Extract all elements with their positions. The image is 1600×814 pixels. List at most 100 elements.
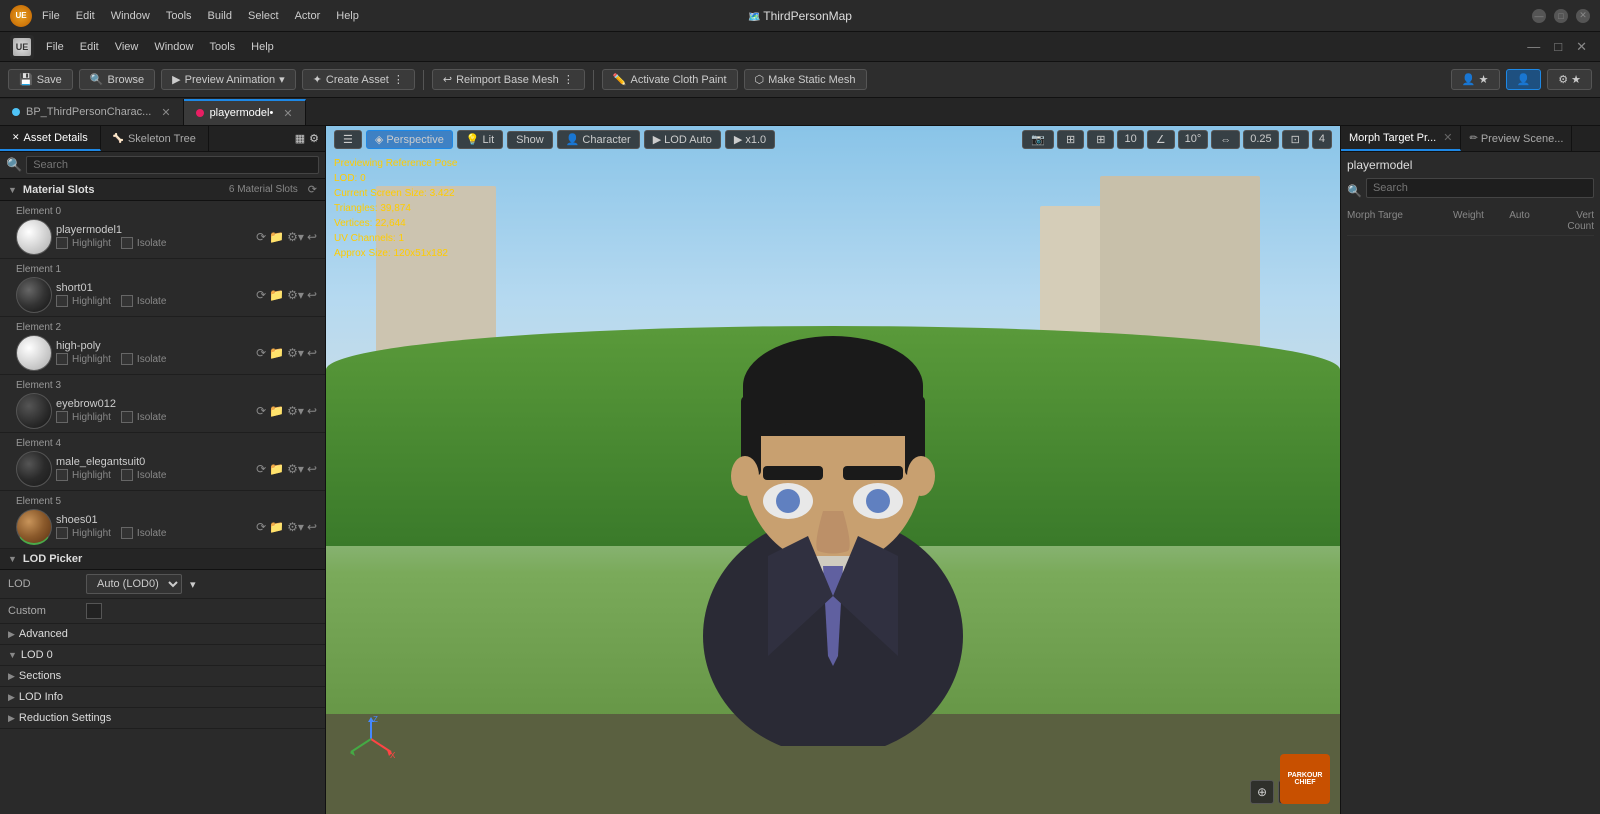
app-menu-view[interactable]: View	[115, 41, 139, 53]
app-minimize[interactable]: —	[1524, 39, 1543, 55]
slot-2-more-icon[interactable]: ⚙▾	[287, 346, 304, 360]
title-menu-tools[interactable]: Tools	[166, 10, 192, 22]
slot-5-cycle-icon[interactable]: ⟳	[256, 520, 266, 534]
slot-0-folder-icon[interactable]: 📁	[269, 230, 284, 244]
slot-3-more-icon[interactable]: ⚙▾	[287, 404, 304, 418]
slot-0-more-icon[interactable]: ⚙▾	[287, 230, 304, 244]
panel-gear-icon[interactable]: ⚙	[309, 132, 319, 145]
slot-5-isolate-check[interactable]	[121, 527, 133, 539]
toolbar-settings-button[interactable]: ⚙ ★	[1547, 69, 1592, 90]
slot-3-folder-icon[interactable]: 📁	[269, 404, 284, 418]
cloth-paint-button[interactable]: ✏️ Activate Cloth Paint	[602, 69, 738, 90]
tab-close-player[interactable]: ✕	[283, 107, 292, 120]
slot-3-cycle-icon[interactable]: ⟳	[256, 404, 266, 418]
lod-select[interactable]: Auto (LOD0)	[86, 574, 182, 594]
slot-1-more-icon[interactable]: ⚙▾	[287, 288, 304, 302]
preview-anim-button[interactable]: ▶ Preview Animation ▾	[161, 69, 296, 90]
slot-3-highlight-check[interactable]	[56, 411, 68, 423]
vp-angle-btn[interactable]: ∠	[1147, 130, 1175, 149]
slot-1-folder-icon[interactable]: 📁	[269, 288, 284, 302]
toolbar-person-button[interactable]: 👤 ★	[1451, 69, 1500, 90]
slot-2-cycle-icon[interactable]: ⟳	[256, 346, 266, 360]
slot-4-folder-icon[interactable]: 📁	[269, 462, 284, 476]
advanced-row[interactable]: ▶ Advanced	[0, 624, 325, 645]
vp-grid-btn[interactable]: ⊞	[1087, 130, 1114, 149]
morph-search-input[interactable]	[1366, 178, 1594, 198]
lod-picker-header[interactable]: ▼ LOD Picker	[0, 549, 325, 570]
title-menu-actor[interactable]: Actor	[295, 10, 321, 22]
tab-close-bp[interactable]: ✕	[161, 106, 170, 119]
slot-5-reset-icon[interactable]: ↩	[307, 520, 317, 534]
viewport-lit-btn[interactable]: 💡 Lit	[457, 130, 503, 149]
vp-scale-btn[interactable]: ⇔	[1211, 130, 1240, 149]
panel-grid-icon[interactable]: ▦	[295, 132, 305, 145]
maximize-button[interactable]: □	[1554, 9, 1568, 23]
slot-3-isolate-check[interactable]	[121, 411, 133, 423]
viewport-hamburger-btn[interactable]: ☰	[334, 130, 362, 149]
lod0-row[interactable]: ▼ LOD 0	[0, 645, 325, 666]
reimport-button[interactable]: ↩ Reimport Base Mesh ⋮	[432, 69, 585, 90]
material-slots-header[interactable]: ▼ Material Slots 6 Material Slots ⟳	[0, 179, 325, 201]
app-menu-help[interactable]: Help	[251, 41, 274, 53]
app-menu-tools[interactable]: Tools	[209, 41, 235, 53]
title-menu-edit[interactable]: Edit	[76, 10, 95, 22]
slot-4-more-icon[interactable]: ⚙▾	[287, 462, 304, 476]
static-mesh-button[interactable]: ⬡ Make Static Mesh	[744, 69, 867, 90]
slot-5-more-icon[interactable]: ⚙▾	[287, 520, 304, 534]
panel-tab-skeleton-tree[interactable]: 🦴 Skeleton Tree	[101, 126, 209, 151]
right-tab-preview[interactable]: ✏ Preview Scene...	[1461, 126, 1572, 151]
sections-row[interactable]: ▶ Sections	[0, 666, 325, 687]
minimize-button[interactable]: —	[1532, 9, 1546, 23]
app-menu-file[interactable]: File	[46, 41, 64, 53]
viewport-lod-btn[interactable]: ▶ LOD Auto	[644, 130, 721, 149]
app-menu-edit[interactable]: Edit	[80, 41, 99, 53]
title-menu-build[interactable]: Build	[208, 10, 232, 22]
panel-tab-asset-details[interactable]: ✕ Asset Details	[0, 126, 101, 151]
slot-1-highlight-check[interactable]	[56, 295, 68, 307]
title-menu-window[interactable]: Window	[111, 10, 150, 22]
title-menu-select[interactable]: Select	[248, 10, 279, 22]
slot-3-reset-icon[interactable]: ↩	[307, 404, 317, 418]
slot-1-isolate-check[interactable]	[121, 295, 133, 307]
viewport-perspective-btn[interactable]: ◈ Perspective	[366, 130, 453, 149]
tab-bp-thirdperson[interactable]: BP_ThirdPersonCharac... ✕	[0, 99, 184, 125]
slot-1-reset-icon[interactable]: ↩	[307, 288, 317, 302]
reduction-row[interactable]: ▶ Reduction Settings	[0, 708, 325, 729]
slot-1-cycle-icon[interactable]: ⟳	[256, 288, 266, 302]
vp-snap-btn[interactable]: ⊞	[1057, 130, 1084, 149]
slot-0-reset-icon[interactable]: ↩	[307, 230, 317, 244]
slot-0-cycle-icon[interactable]: ⟳	[256, 230, 266, 244]
app-close[interactable]: ✕	[1573, 39, 1590, 55]
slot-2-highlight-check[interactable]	[56, 353, 68, 365]
app-menu-window[interactable]: Window	[154, 41, 193, 53]
lod-info-row[interactable]: ▶ LOD Info	[0, 687, 325, 708]
lod-custom-box[interactable]	[86, 603, 102, 619]
slot-2-reset-icon[interactable]: ↩	[307, 346, 317, 360]
material-slots-refresh[interactable]: ⟳	[308, 183, 317, 196]
viewport-character-btn[interactable]: 👤 Character	[557, 130, 640, 149]
close-button[interactable]: ✕	[1576, 9, 1590, 23]
slot-0-isolate-check[interactable]	[121, 237, 133, 249]
slot-4-isolate-check[interactable]	[121, 469, 133, 481]
create-asset-button[interactable]: ✦ Create Asset ⋮	[302, 69, 415, 90]
slot-5-folder-icon[interactable]: 📁	[269, 520, 284, 534]
viewport[interactable]: ☰ ◈ Perspective 💡 Lit Show 👤 Character ▶…	[326, 126, 1340, 814]
vp-camera-btn[interactable]: 📷	[1022, 130, 1054, 149]
viewport-show-btn[interactable]: Show	[507, 131, 553, 149]
title-menu-file[interactable]: File	[42, 10, 60, 22]
search-input[interactable]	[26, 156, 319, 174]
vp-bottom-btn-1[interactable]: ⊕	[1250, 780, 1274, 804]
browse-button[interactable]: 🔍 Browse	[79, 69, 155, 90]
overlay-badge[interactable]: PARKOUR CHIEF	[1280, 754, 1330, 804]
viewport-play-btn[interactable]: ▶ x1.0	[725, 130, 775, 149]
app-maximize[interactable]: □	[1551, 39, 1565, 55]
slot-2-isolate-check[interactable]	[121, 353, 133, 365]
right-tab-morph[interactable]: Morph Target Pr... ✕	[1341, 126, 1461, 151]
save-button[interactable]: 💾 Save	[8, 69, 73, 90]
title-menu-help[interactable]: Help	[336, 10, 359, 22]
slot-4-cycle-icon[interactable]: ⟳	[256, 462, 266, 476]
tab-playermodel[interactable]: playermodel• ✕	[184, 99, 306, 125]
slot-4-highlight-check[interactable]	[56, 469, 68, 481]
slot-0-highlight-check[interactable]	[56, 237, 68, 249]
slot-5-highlight-check[interactable]	[56, 527, 68, 539]
